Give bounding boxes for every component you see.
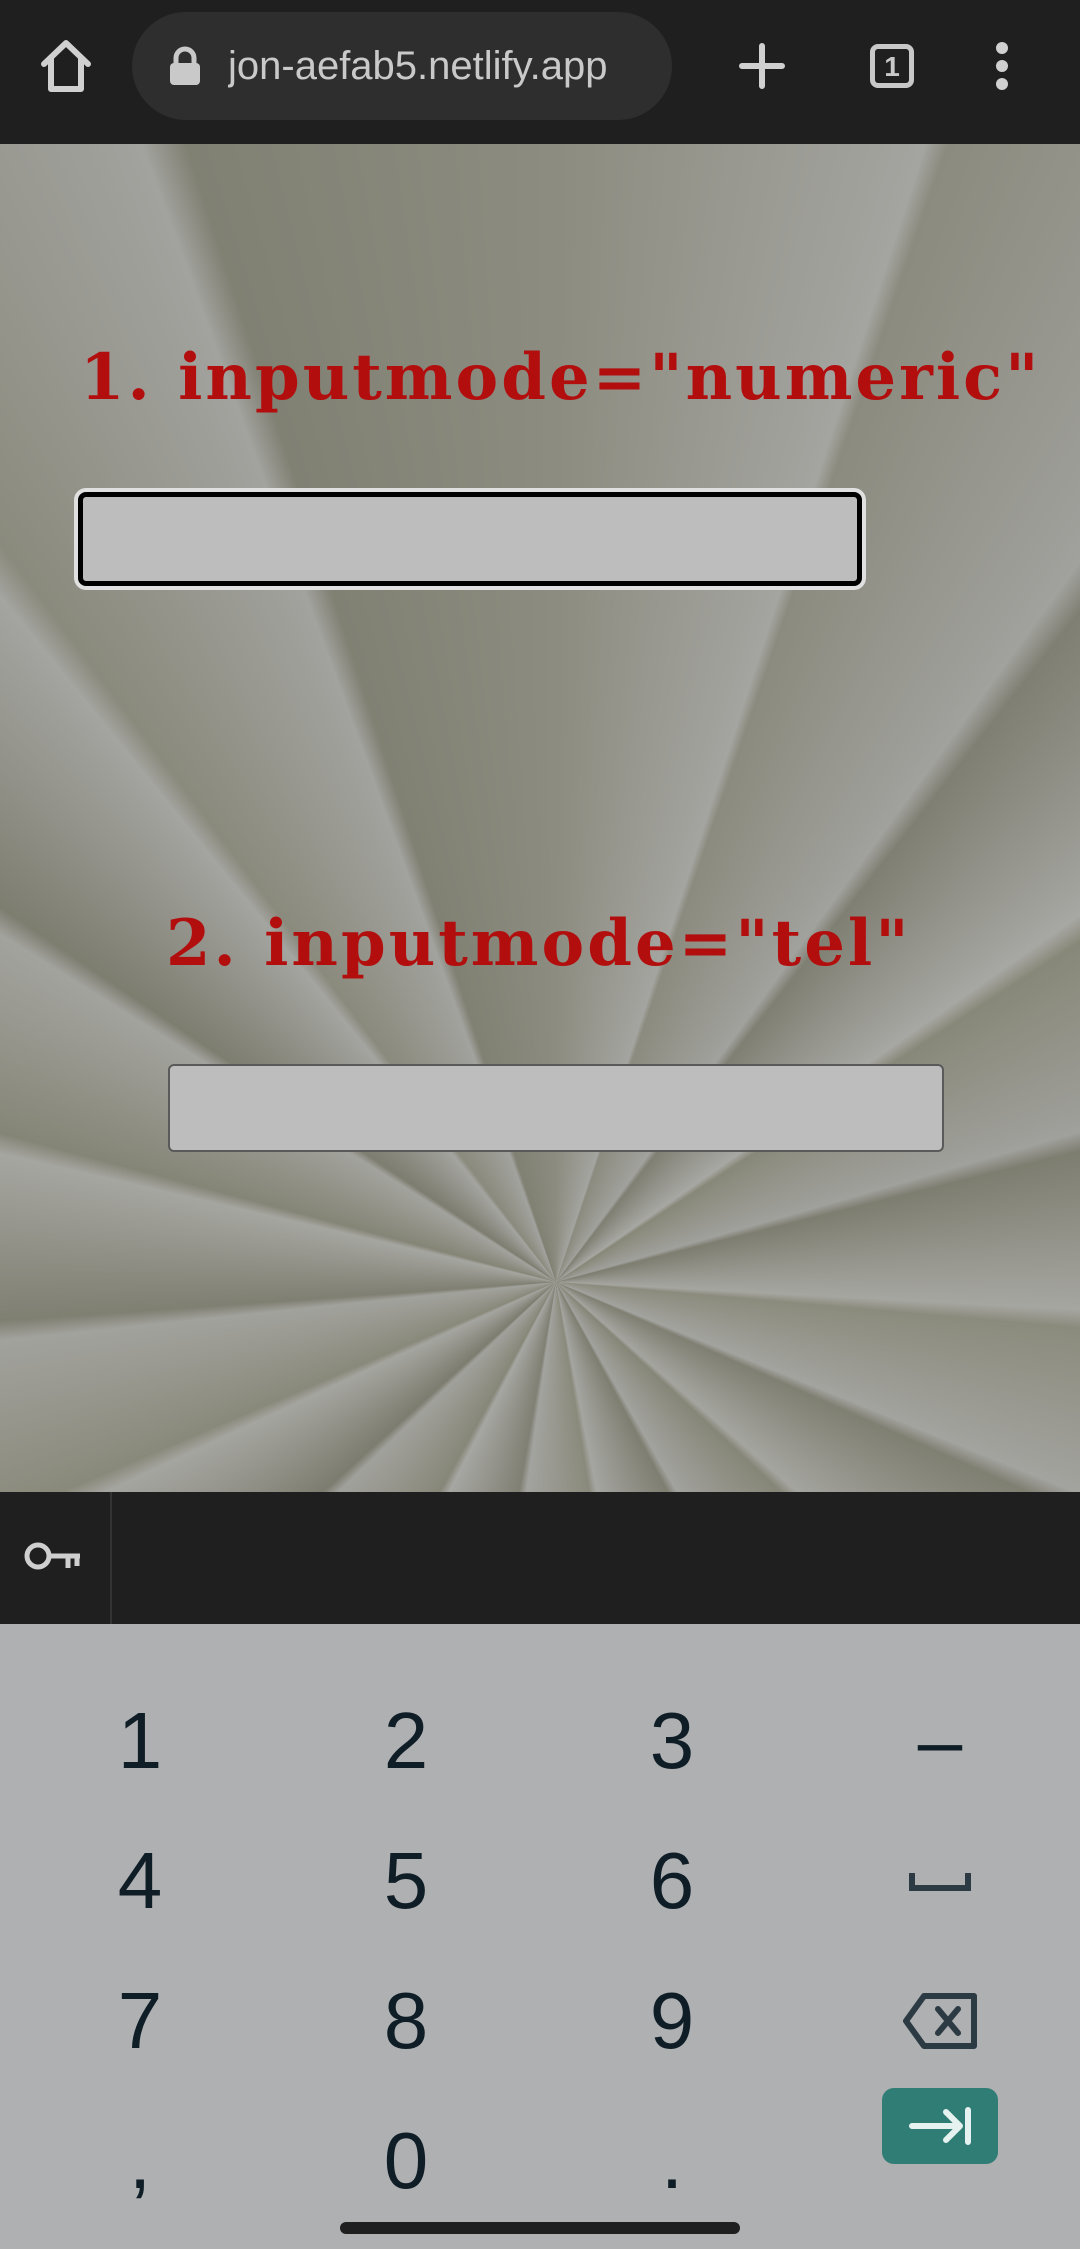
new-tab-button[interactable] xyxy=(726,30,798,102)
key-9[interactable]: 9 xyxy=(562,1956,782,2086)
backspace-key[interactable] xyxy=(870,1956,1010,2086)
more-vert-icon xyxy=(996,42,1008,90)
web-page: 1. inputmode="numeric" 2. inputmode="tel… xyxy=(0,144,1080,1492)
numeric-keypad: 1 2 3 – 4 5 6 7 8 9 , 0 . xyxy=(0,1624,1080,2249)
home-button[interactable] xyxy=(30,30,102,102)
key-7[interactable]: 7 xyxy=(30,1956,250,2086)
keyboard-toolbar xyxy=(0,1492,1080,1624)
more-menu-button[interactable] xyxy=(966,30,1038,102)
tab-switcher-button[interactable]: 1 xyxy=(856,30,928,102)
section-heading-numeric: 1. inputmode="numeric" xyxy=(80,340,1042,415)
space-key[interactable] xyxy=(870,1816,1010,1946)
numeric-input[interactable] xyxy=(78,492,862,586)
url-text: jon-aefab5.netlify.app xyxy=(228,44,608,88)
key-icon xyxy=(24,1542,80,1570)
key-8[interactable]: 8 xyxy=(296,1956,516,2086)
gesture-nav-bar[interactable] xyxy=(340,2222,740,2234)
key-5[interactable]: 5 xyxy=(296,1816,516,1946)
key-2[interactable]: 2 xyxy=(296,1676,516,1806)
browser-toolbar: jon-aefab5.netlify.app 1 xyxy=(0,0,1080,146)
key-6[interactable]: 6 xyxy=(562,1816,782,1946)
space-icon xyxy=(909,1873,971,1891)
password-manager-button[interactable] xyxy=(0,1492,112,1624)
address-bar[interactable]: jon-aefab5.netlify.app xyxy=(132,12,672,120)
lock-icon xyxy=(170,46,200,85)
key-dash[interactable]: – xyxy=(830,1676,1050,1806)
home-icon xyxy=(41,40,91,92)
next-field-icon xyxy=(909,2107,971,2145)
key-1[interactable]: 1 xyxy=(30,1676,250,1806)
key-4[interactable]: 4 xyxy=(30,1816,250,1946)
plus-icon xyxy=(739,43,785,89)
tab-count: 1 xyxy=(870,44,914,88)
next-key[interactable] xyxy=(882,2088,998,2164)
key-0[interactable]: 0 xyxy=(296,2096,516,2226)
key-3[interactable]: 3 xyxy=(562,1676,782,1806)
key-comma[interactable]: , xyxy=(30,2096,250,2226)
section-heading-tel: 2. inputmode="tel" xyxy=(166,906,912,981)
key-period[interactable]: . xyxy=(562,2096,782,2226)
tel-input[interactable] xyxy=(168,1064,944,1152)
backspace-icon xyxy=(903,1993,977,2049)
